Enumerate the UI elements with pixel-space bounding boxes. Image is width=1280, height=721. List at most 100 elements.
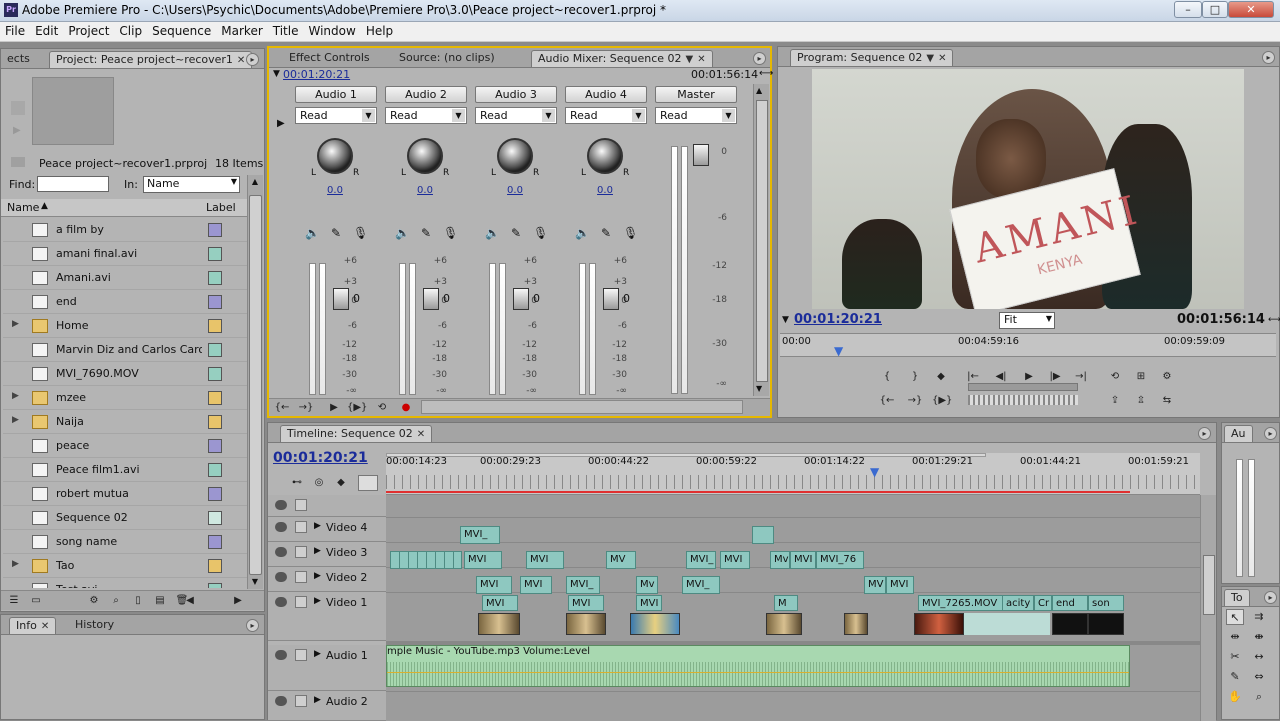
expand-triangle-icon[interactable]: ▶ [12, 559, 19, 569]
project-scrollbar[interactable]: ▲ ▼ [247, 175, 263, 589]
menu-edit[interactable]: Edit [30, 22, 63, 38]
track-header[interactable]: ▶ Video 1 [268, 592, 386, 641]
track-lock-icon[interactable] [295, 499, 307, 511]
label-swatch[interactable] [208, 439, 222, 453]
record-enable-icon[interactable]: 🎙 [623, 226, 638, 240]
clip-video1-end[interactable]: end [1052, 595, 1088, 611]
clip-video3-group[interactable] [390, 551, 462, 569]
trim-icon[interactable]: ⇆ [1158, 393, 1176, 409]
track-area[interactable]: MVI_ MVI MVI MV MVI_ MVI Mv MVI MVI_76 M… [386, 495, 1200, 721]
label-swatch[interactable] [208, 247, 222, 261]
pan-knob[interactable] [497, 138, 533, 174]
timeline-vscroll[interactable] [1200, 495, 1216, 721]
label-swatch[interactable] [208, 415, 222, 429]
lift-icon[interactable]: ⇪ [1106, 393, 1124, 409]
dropdown-icon[interactable]: ▼ [926, 53, 934, 64]
panel-menu-icon[interactable]: ▸ [1264, 591, 1277, 604]
record-icon[interactable]: ● [397, 400, 415, 416]
slip-tool-icon[interactable]: ↔ [1250, 649, 1268, 665]
panel-menu-icon[interactable]: ▸ [246, 53, 259, 66]
clip-video2[interactable]: MVI_ [566, 576, 600, 594]
record-enable-icon[interactable]: 🎙 [353, 226, 368, 240]
track-header[interactable]: ▶ Audio 1 [268, 645, 386, 691]
pen-tool-icon[interactable]: ✎ [1226, 669, 1244, 685]
track-header[interactable]: ▶ Audio 2 [268, 691, 386, 721]
set-marker-encore-icon[interactable]: ◆ [332, 475, 350, 491]
selection-tool-icon[interactable]: ↖ [1226, 609, 1244, 625]
scroll-down-icon[interactable]: ▼ [756, 384, 762, 393]
clip-video3[interactable]: MVI [790, 551, 816, 569]
scroll-right-icon[interactable]: ▶ [229, 593, 247, 609]
go-to-in-icon[interactable]: {← [878, 393, 896, 409]
safe-margins-icon[interactable]: ⊞ [1132, 369, 1150, 385]
zoom-select[interactable]: Fit ▼ [999, 312, 1055, 329]
mute-track-icon[interactable]: 🔈 [575, 226, 590, 240]
list-view-icon[interactable]: ☰ [5, 593, 23, 609]
mute-track-icon[interactable]: 🔈 [485, 226, 500, 240]
automation-mode-select[interactable]: Read ▼ [475, 107, 557, 124]
playhead-icon[interactable]: ▼ [834, 344, 843, 358]
mixer-expand-icon[interactable]: ⟷ [759, 68, 773, 79]
expand-track-icon[interactable]: ▶ [314, 649, 321, 659]
clip-video3[interactable]: MVI [720, 551, 750, 569]
track-header[interactable]: ▶ Video 2 [268, 567, 386, 592]
label-swatch[interactable] [208, 487, 222, 501]
speaker-icon[interactable] [275, 696, 287, 706]
mute-track-icon[interactable]: 🔈 [305, 226, 320, 240]
expand-track-icon[interactable]: ▶ [314, 596, 321, 606]
pan-value[interactable]: 0.0 [415, 185, 435, 196]
clip-video3[interactable]: Mv [770, 551, 790, 569]
label-swatch[interactable] [208, 463, 222, 477]
set-out-icon[interactable]: } [906, 369, 924, 385]
clip-video2[interactable]: Mv [636, 576, 658, 594]
timeline-current-time[interactable]: 00:01:20:21 [273, 450, 368, 466]
tab-info[interactable]: Info ✕ [9, 617, 57, 634]
tab-effects[interactable]: ects [1, 51, 36, 68]
scroll-up-icon[interactable]: ▲ [249, 177, 261, 189]
zoom-toggle[interactable] [358, 475, 378, 491]
clip-video2[interactable]: MVI [520, 576, 552, 594]
clip-video1[interactable]: MVI [482, 595, 518, 611]
track-lock-icon[interactable] [295, 649, 307, 661]
tab-audio-master[interactable]: Au [1224, 425, 1253, 442]
eye-icon[interactable] [275, 522, 287, 532]
menu-sequence[interactable]: Sequence [147, 22, 216, 38]
expand-track-icon[interactable]: ▶ [314, 546, 321, 556]
go-to-out-icon[interactable]: →} [297, 400, 315, 416]
label-swatch[interactable] [208, 223, 222, 237]
track-lock-icon[interactable] [295, 695, 307, 707]
close-window-button[interactable]: ✕ [1228, 1, 1274, 18]
new-bin-icon[interactable]: ▯ [129, 593, 147, 609]
maximize-button[interactable]: □ [1202, 1, 1228, 18]
expand-triangle-icon[interactable]: ▶ [12, 391, 19, 401]
pan-value[interactable]: 0.0 [325, 185, 345, 196]
clip-video3[interactable]: MVI_76 [816, 551, 864, 569]
menu-marker[interactable]: Marker [216, 22, 267, 38]
clip-video1[interactable]: MVI [636, 595, 662, 611]
automation-mode-select[interactable]: Read ▼ [565, 107, 647, 124]
label-swatch[interactable] [208, 343, 222, 357]
pan-knob[interactable] [407, 138, 443, 174]
mute-track-icon[interactable]: 🔈 [395, 226, 410, 240]
list-item[interactable]: Amani.avi [3, 266, 247, 290]
record-enable-icon[interactable]: 🎙 [443, 226, 458, 240]
slide-tool-icon[interactable]: ⇔ [1250, 669, 1268, 685]
clip-video1[interactable]: MVI [568, 595, 604, 611]
find-icon[interactable]: ⌕ [107, 593, 125, 609]
label-swatch[interactable] [208, 583, 222, 588]
track-select-tool-icon[interactable]: ⇉ [1250, 609, 1268, 625]
panel-menu-icon[interactable]: ▸ [1264, 427, 1277, 440]
program-ruler[interactable]: 00:00 00:04:59:16 00:09:59:09 ▼ [780, 333, 1276, 358]
clip-video1-song[interactable]: son [1088, 595, 1124, 611]
speaker-icon[interactable] [275, 650, 287, 660]
list-item[interactable]: ▶ Home [3, 314, 247, 338]
panel-menu-icon[interactable]: ▸ [1262, 51, 1275, 64]
solo-track-icon[interactable]: ✎ [511, 226, 521, 240]
expand-triangle-icon[interactable]: ▶ [12, 415, 19, 425]
tab-tools[interactable]: To [1224, 589, 1250, 606]
clip-video2[interactable]: MVI_ [682, 576, 720, 594]
extract-icon[interactable]: ⇫ [1132, 393, 1150, 409]
expand-track-icon[interactable]: ▶ [314, 571, 321, 581]
play-icon[interactable]: ▶ [325, 400, 343, 416]
expand-track-icon[interactable]: ▶ [314, 521, 321, 531]
